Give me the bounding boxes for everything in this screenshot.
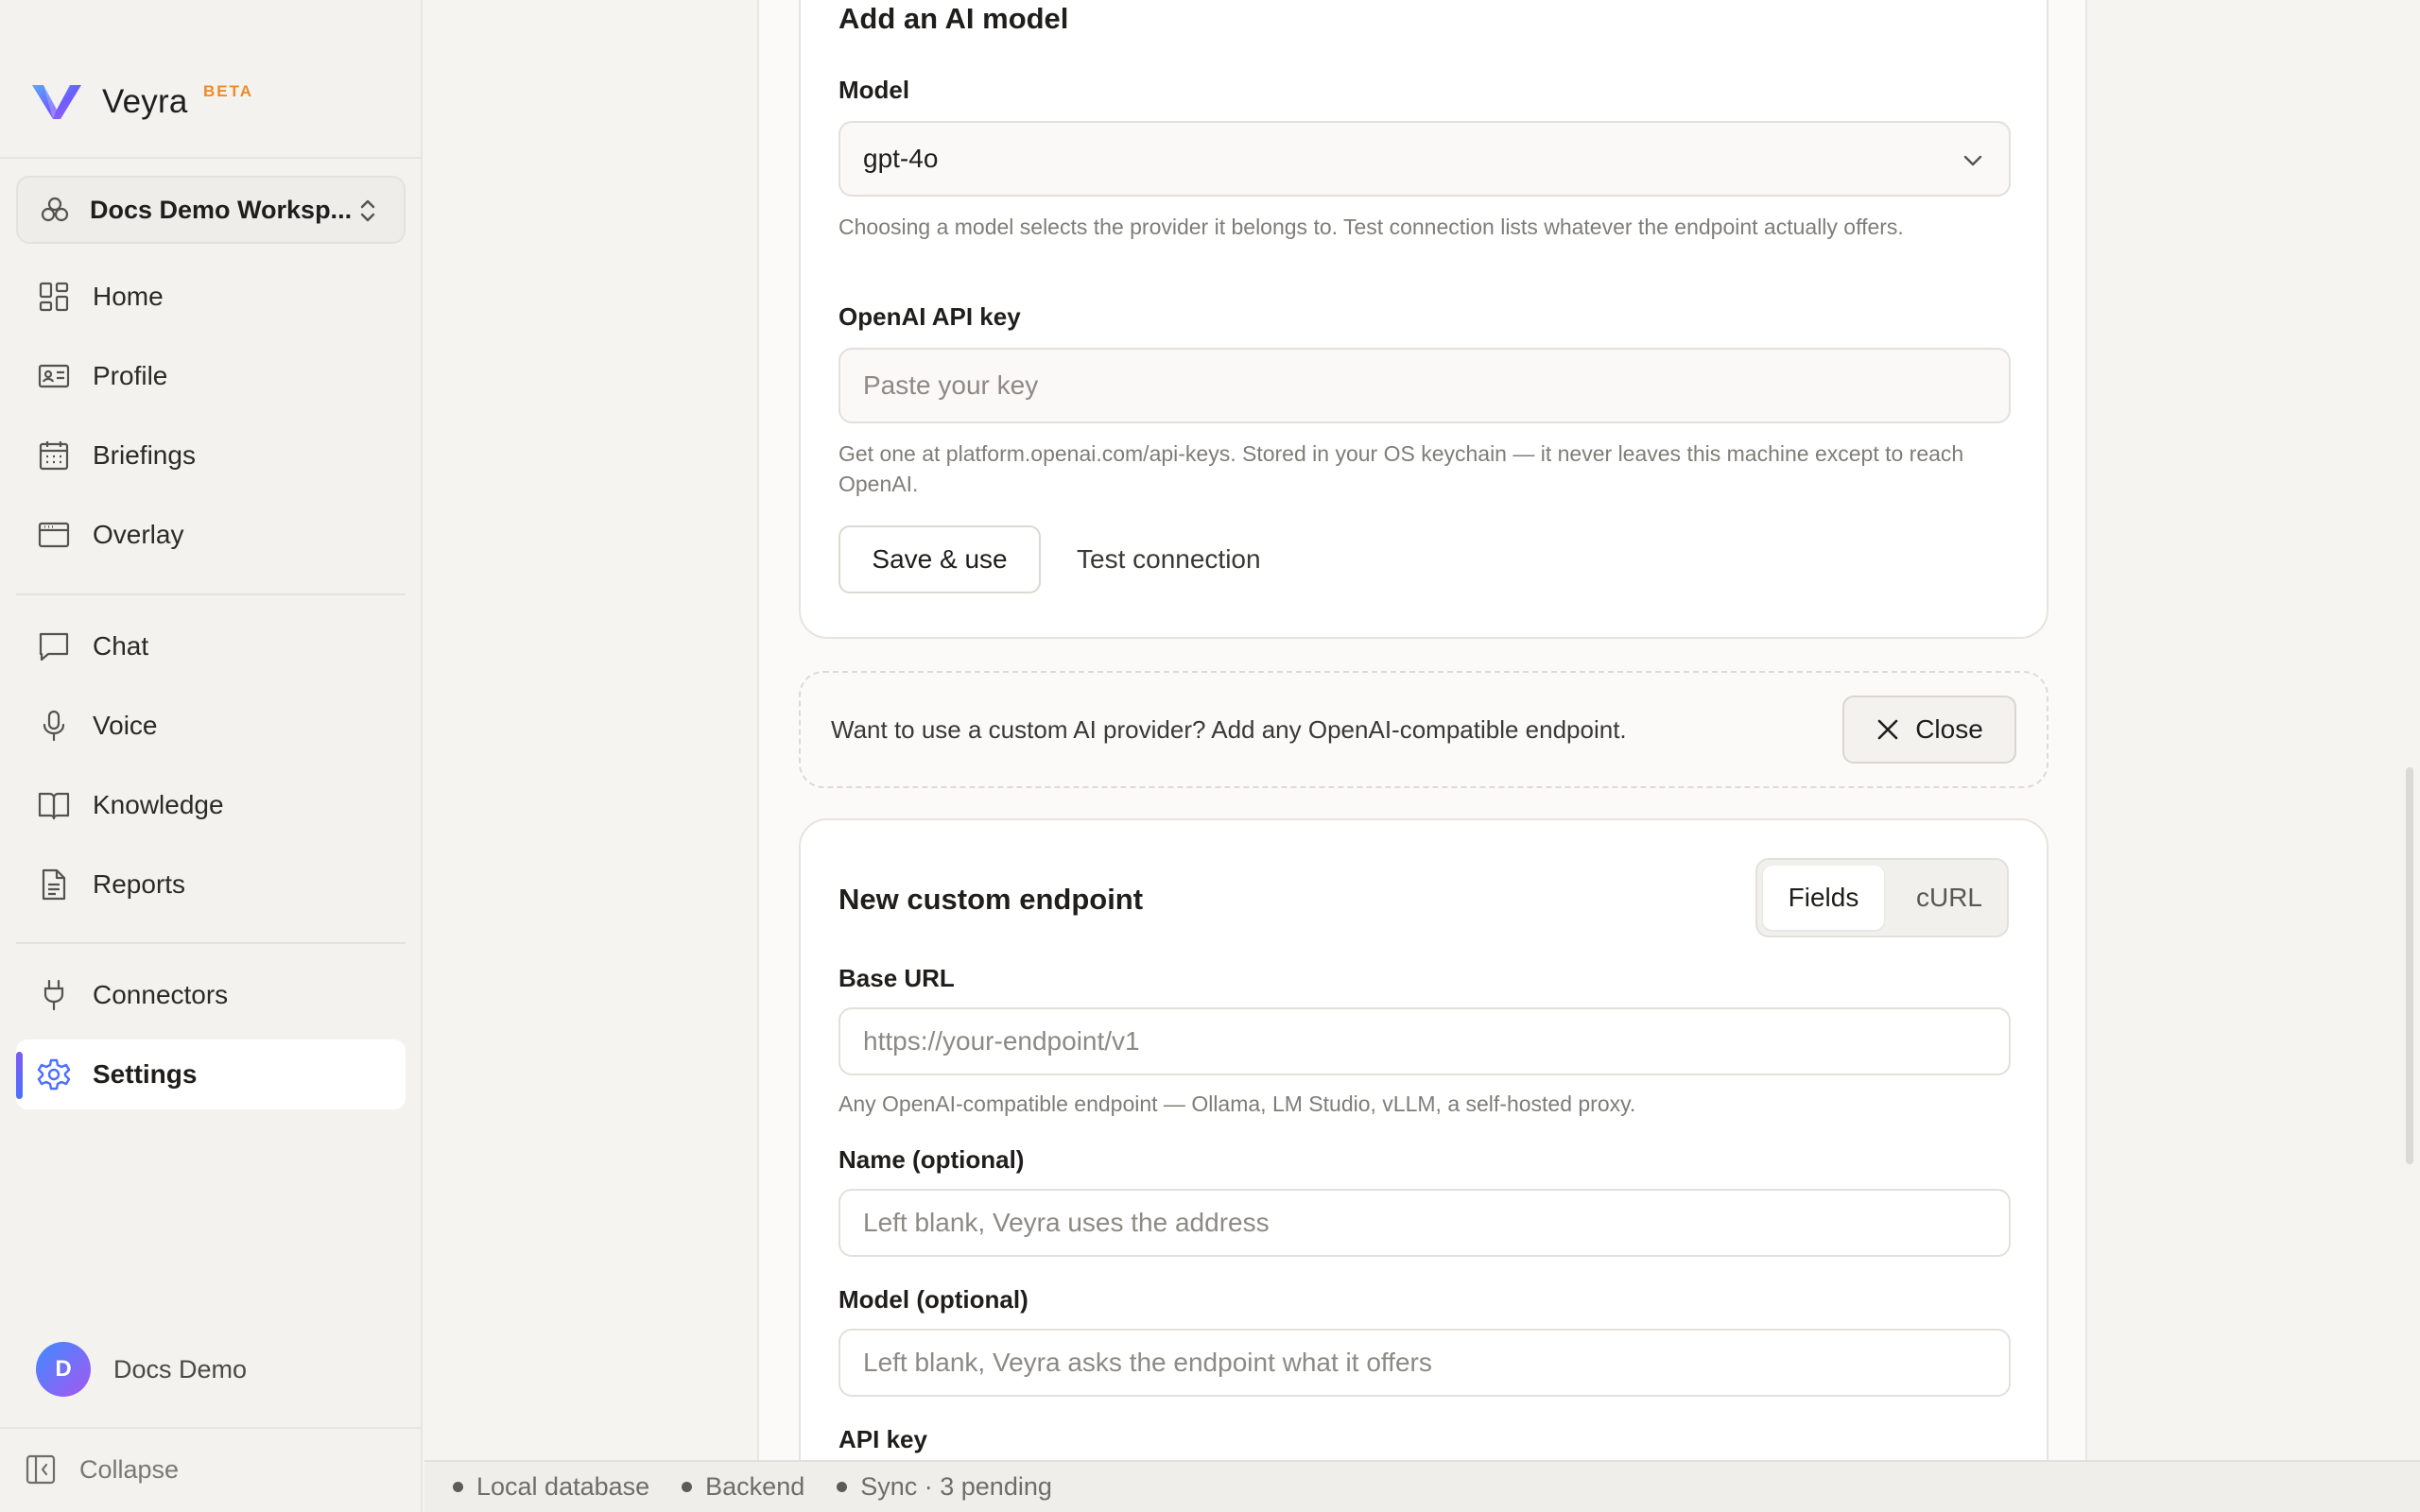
sidebar-item-label: Voice (93, 711, 158, 740)
api-key-label: OpenAI API key (838, 302, 1021, 331)
sidebar-item-overlay[interactable]: Overlay (16, 500, 406, 570)
chevron-down-icon (1963, 155, 1982, 166)
scrollbar[interactable] (2406, 767, 2413, 1164)
custom-provider-banner: Want to use a custom AI provider? Add an… (799, 671, 2048, 788)
home-grid-icon (39, 282, 69, 312)
model-select[interactable]: gpt-4o (838, 121, 2011, 197)
status-local-database[interactable]: Local database (453, 1472, 649, 1502)
divider (0, 157, 423, 159)
book-icon (38, 792, 70, 820)
workspace-icon (41, 197, 69, 222)
status-dot (682, 1482, 693, 1492)
sidebar-item-label: Profile (93, 361, 168, 390)
sidebar-item-label: Connectors (93, 980, 229, 1009)
sidebar-item-label: Chat (93, 631, 149, 661)
beta-badge: BETA (203, 82, 254, 100)
close-icon (1877, 719, 1898, 740)
user-name: Docs Demo (113, 1354, 248, 1383)
workspace-switcher[interactable]: Docs Demo Worksp... (16, 176, 406, 244)
workspace-name: Docs Demo Worksp... (90, 195, 353, 224)
status-sync[interactable]: Sync · 3 pending (837, 1472, 1052, 1502)
base-url-placeholder: https://your-endpoint/v1 (863, 1026, 1140, 1056)
tab-curl[interactable]: cURL (1897, 866, 2001, 930)
status-dot (453, 1482, 463, 1492)
api-key-input[interactable]: Paste your key (838, 348, 2011, 423)
brand[interactable]: Veyra BETA (30, 81, 251, 123)
model-input[interactable]: Left blank, Veyra asks the endpoint what… (838, 1329, 2011, 1397)
close-label: Close (1915, 714, 1983, 744)
divider (0, 1427, 423, 1429)
collapse-label: Collapse (79, 1454, 180, 1484)
sidebar: Veyra BETA Docs Demo Worksp... Home Prof… (0, 0, 423, 1512)
active-indicator (16, 1052, 23, 1099)
sidebar-item-connectors[interactable]: Connectors (16, 960, 406, 1030)
model-select-value: gpt-4o (863, 144, 939, 173)
base-url-label: Base URL (838, 964, 955, 992)
model-label: Model (838, 76, 910, 104)
close-button[interactable]: Close (1842, 696, 2016, 764)
sidebar-item-settings[interactable]: Settings (16, 1040, 406, 1109)
plug-icon (43, 979, 64, 1011)
card-title: New custom endpoint (838, 883, 1144, 916)
model-placeholder: Left blank, Veyra asks the endpoint what… (863, 1348, 1432, 1377)
sidebar-item-chat[interactable]: Chat (16, 611, 406, 681)
document-icon (42, 868, 66, 901)
settings-main: Add an AI model Model gpt-4o Choosing a … (424, 0, 2420, 1460)
add-model-card: Add an AI model Model gpt-4o Choosing a … (799, 0, 2048, 639)
sidebar-item-reports[interactable]: Reports (16, 850, 406, 919)
sidebar-item-label: Knowledge (93, 790, 224, 819)
sidebar-item-voice[interactable]: Voice (16, 691, 406, 761)
settings-column: Add an AI model Model gpt-4o Choosing a … (757, 0, 2087, 1460)
status-label: Sync · 3 pending (860, 1472, 1052, 1501)
save-and-use-button[interactable]: Save & use (838, 525, 1041, 593)
name-input[interactable]: Left blank, Veyra uses the address (838, 1189, 2011, 1257)
tab-fields[interactable]: Fields (1763, 866, 1884, 930)
avatar: D (36, 1342, 91, 1397)
input-mode-toggle: Fields cURL (1755, 858, 2009, 937)
base-url-input[interactable]: https://your-endpoint/v1 (838, 1007, 2011, 1075)
divider (16, 593, 406, 595)
endpoint-api-key-label: API key (838, 1425, 927, 1453)
sidebar-item-briefings[interactable]: Briefings (16, 421, 406, 490)
sidebar-item-knowledge[interactable]: Knowledge (16, 770, 406, 840)
api-key-help-text: Get one at platform.openai.com/api-keys.… (838, 441, 1964, 496)
sidebar-item-label: Home (93, 282, 164, 311)
user-profile[interactable]: D Docs Demo (36, 1342, 247, 1397)
sidebar-item-label: Settings (93, 1059, 198, 1089)
base-url-help-text: Any OpenAI-compatible endpoint — Ollama,… (838, 1091, 1636, 1116)
model-optional-label: Model (optional) (838, 1285, 1028, 1314)
sidebar-item-home[interactable]: Home (16, 262, 406, 332)
microphone-icon (43, 710, 65, 742)
window-icon (38, 522, 70, 548)
status-backend[interactable]: Backend (682, 1472, 804, 1502)
name-label: Name (optional) (838, 1145, 1025, 1174)
custom-endpoint-card: New custom endpoint Fields cURL Base URL… (799, 818, 2048, 1460)
status-label: Backend (705, 1472, 805, 1501)
chevron-up-down-icon (360, 199, 375, 222)
api-key-placeholder: Paste your key (863, 370, 1039, 400)
chat-bubble-icon (39, 632, 69, 662)
calendar-icon (39, 441, 69, 471)
status-dot (837, 1482, 848, 1492)
sidebar-item-profile[interactable]: Profile (16, 341, 406, 411)
sidebar-collapse-icon (26, 1454, 56, 1485)
app-name: Veyra (102, 83, 188, 120)
card-title: Add an AI model (838, 2, 1069, 35)
divider (16, 942, 406, 944)
name-placeholder: Left blank, Veyra uses the address (863, 1208, 1270, 1237)
gear-icon (37, 1058, 71, 1091)
veyra-logo-icon (32, 85, 81, 119)
sidebar-item-label: Reports (93, 869, 186, 899)
test-connection-button[interactable]: Test connection (1077, 525, 1261, 593)
custom-provider-text: Want to use a custom AI provider? Add an… (831, 714, 1627, 744)
sidebar-item-label: Overlay (93, 520, 184, 549)
status-bar: Local database Backend Sync · 3 pending (424, 1460, 2420, 1512)
id-card-icon (38, 364, 70, 388)
sidebar-item-label: Briefings (93, 440, 196, 470)
status-label: Local database (476, 1472, 650, 1501)
collapse-sidebar-button[interactable]: Collapse (25, 1453, 179, 1486)
model-help-text: Choosing a model selects the provider it… (838, 215, 1904, 239)
